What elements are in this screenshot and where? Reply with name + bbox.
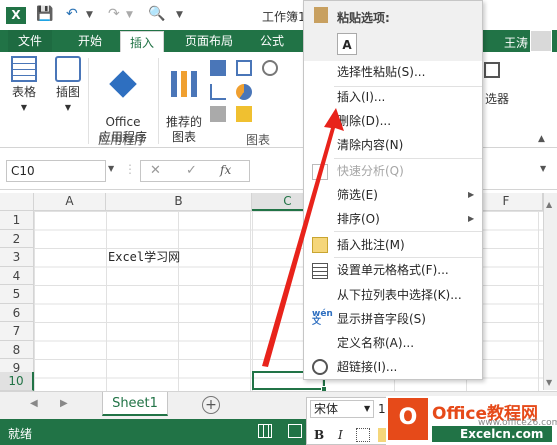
arrow-shape [262,108,344,367]
annotation-arrow-icon [262,108,344,367]
